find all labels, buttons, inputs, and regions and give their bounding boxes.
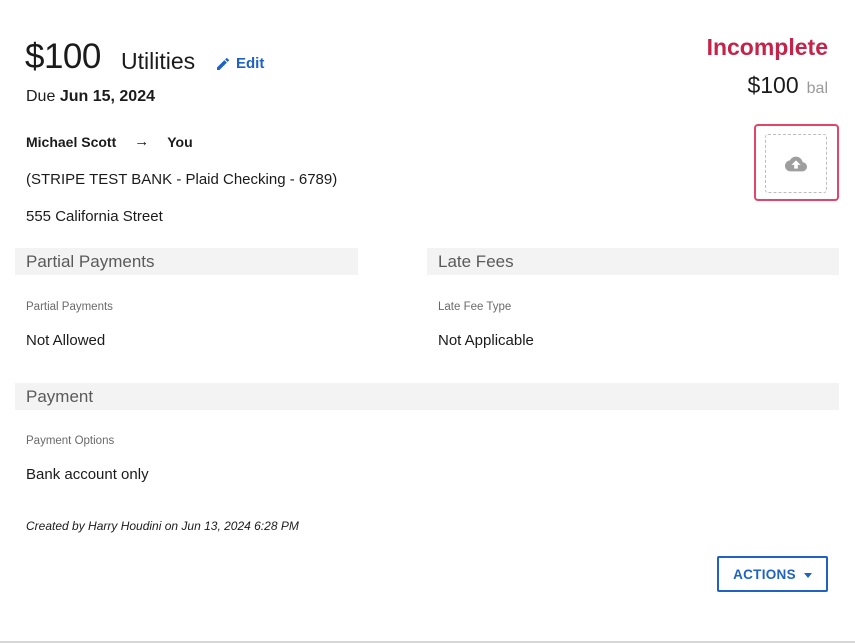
bill-detail-card: $100 Utilities Edit Due Jun 15, 2024 Inc…	[0, 0, 855, 643]
balance-amount: $100	[747, 72, 799, 98]
upload-dropzone-inner[interactable]	[765, 134, 827, 193]
actions-dropdown-button[interactable]: ACTIONS	[717, 556, 828, 592]
due-date: Jun 15, 2024	[59, 88, 155, 105]
payer-name: Michael Scott	[26, 133, 117, 150]
partial-payments-label: Partial Payments	[26, 301, 113, 313]
section-header-late-fees: Late Fees	[427, 248, 839, 275]
balance-suffix: bal	[806, 80, 828, 97]
upload-dropzone[interactable]	[754, 124, 839, 201]
caret-down-icon	[803, 572, 812, 578]
party-row: Michael Scott → You	[26, 133, 193, 150]
created-by-text: Created by Harry Houdini on Jun 13, 2024…	[26, 519, 299, 533]
arrow-right-icon: →	[134, 133, 150, 150]
bank-account: (STRIPE TEST BANK - Plaid Checking - 678…	[26, 171, 338, 188]
property-address: 555 California Street	[26, 208, 163, 225]
payee-name: You	[167, 133, 193, 150]
balance: $100 bal	[747, 72, 828, 99]
section-header-partial-payments: Partial Payments	[15, 248, 358, 275]
payment-options-value: Bank account only	[26, 466, 149, 483]
edit-link-label: Edit	[236, 55, 265, 72]
late-fee-type-value: Not Applicable	[438, 332, 534, 349]
status-badge: Incomplete	[706, 34, 828, 60]
actions-button-label: ACTIONS	[733, 566, 796, 582]
late-fee-type-label: Late Fee Type	[438, 301, 512, 313]
edit-link[interactable]: Edit	[215, 55, 264, 72]
due-prefix: Due	[26, 88, 56, 105]
payment-options-label: Payment Options	[26, 435, 115, 447]
bill-amount: $100	[25, 37, 101, 76]
due-date-line: Due Jun 15, 2024	[26, 88, 155, 106]
bill-category: Utilities	[121, 48, 196, 74]
cloud-upload-icon	[785, 156, 807, 171]
section-header-payment: Payment	[15, 383, 839, 410]
pencil-icon	[217, 57, 230, 70]
partial-payments-value: Not Allowed	[26, 332, 106, 349]
